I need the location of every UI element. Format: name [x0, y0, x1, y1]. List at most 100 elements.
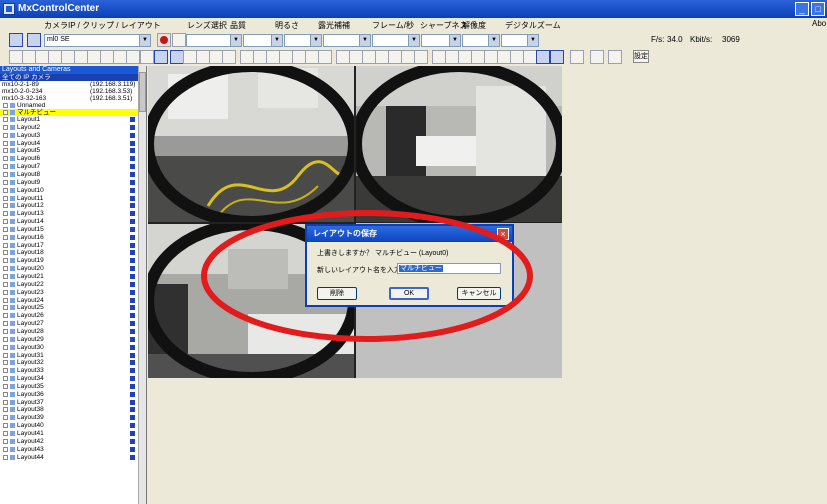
- scroll-thumb[interactable]: [139, 72, 146, 112]
- camera-assign-icon[interactable]: [130, 281, 135, 287]
- expand-icon[interactable]: [3, 438, 8, 444]
- expand-icon[interactable]: [3, 203, 8, 209]
- layout-item[interactable]: Layout21: [0, 273, 138, 280]
- toolbar-icon-button[interactable]: [608, 50, 622, 64]
- layout-item[interactable]: Layout26: [0, 312, 138, 319]
- layout-item[interactable]: Layout20: [0, 265, 138, 272]
- delete-button[interactable]: 削除: [317, 287, 357, 300]
- layout-item[interactable]: Layout5: [0, 147, 138, 154]
- camera-assign-icon[interactable]: [130, 446, 135, 452]
- camera-row[interactable]: mx10-3-32-163 (192.168.3.51): [0, 95, 138, 102]
- toolbar-icon-button[interactable]: [471, 50, 485, 64]
- layout-item[interactable]: Layout12: [0, 202, 138, 209]
- camera-assign-icon[interactable]: [130, 250, 135, 256]
- layout-item[interactable]: Layout38: [0, 406, 138, 413]
- expand-icon[interactable]: [3, 250, 8, 256]
- toolbar-icon-button[interactable]: [87, 50, 101, 64]
- close-icon[interactable]: ×: [497, 228, 509, 240]
- layout-item[interactable]: Layout9: [0, 179, 138, 186]
- toolbar-icon-button[interactable]: [388, 50, 402, 64]
- cancel-button[interactable]: キャンセル: [457, 287, 501, 300]
- maximize-button[interactable]: □: [811, 2, 825, 16]
- toolbar-icon-button[interactable]: [9, 50, 23, 64]
- expand-icon[interactable]: [3, 266, 8, 272]
- expand-icon[interactable]: [3, 187, 8, 193]
- toolbar-icon-button[interactable]: [414, 50, 428, 64]
- layout-item[interactable]: Layout33: [0, 367, 138, 374]
- camera-assign-icon[interactable]: [130, 305, 135, 311]
- expand-icon[interactable]: [3, 352, 8, 358]
- camera-assign-icon[interactable]: [130, 195, 135, 201]
- camera-assign-icon[interactable]: [130, 391, 135, 397]
- camera-assign-icon[interactable]: [130, 258, 135, 264]
- expand-icon[interactable]: [3, 383, 8, 389]
- camera-row[interactable]: mx10-2-0-234 (192.168.3.53): [0, 88, 138, 95]
- camera-assign-icon[interactable]: [130, 211, 135, 217]
- layout-item[interactable]: Layout8: [0, 171, 138, 178]
- expand-icon[interactable]: [3, 391, 8, 397]
- toolbar-icon-button[interactable]: [445, 50, 459, 64]
- toolbar-icon-button[interactable]: [100, 50, 114, 64]
- camera-assign-icon[interactable]: [130, 407, 135, 413]
- expand-icon[interactable]: [3, 289, 8, 295]
- panel-scrollbar[interactable]: [138, 66, 146, 504]
- layout-item[interactable]: Layout23: [0, 289, 138, 296]
- camera-assign-icon[interactable]: [130, 383, 135, 389]
- toolbar-icon-button[interactable]: [590, 50, 604, 64]
- toolbar-icon-button[interactable]: [318, 50, 332, 64]
- toolbar-icon-button[interactable]: [183, 50, 197, 64]
- layout-item[interactable]: Layout3: [0, 132, 138, 139]
- expand-icon[interactable]: [3, 321, 8, 327]
- lens-select[interactable]: ▼: [186, 34, 242, 47]
- layout-item[interactable]: Layout18: [0, 249, 138, 256]
- layout-item[interactable]: Layout24: [0, 297, 138, 304]
- toolbar-icon-button[interactable]: [510, 50, 524, 64]
- layout-item[interactable]: Layout39: [0, 414, 138, 421]
- toolbar-icon-button[interactable]: [48, 50, 62, 64]
- expand-icon[interactable]: [3, 234, 8, 240]
- expand-icon[interactable]: [3, 368, 8, 374]
- toolbar-icon-button[interactable]: [432, 50, 446, 64]
- toolbar-icon-button[interactable]: [240, 50, 254, 64]
- toolbar-icon-button[interactable]: [61, 50, 75, 64]
- toolbar-icon-button[interactable]: [401, 50, 415, 64]
- expand-icon[interactable]: [3, 110, 8, 115]
- camera-assign-icon[interactable]: [130, 164, 135, 170]
- camera-assign-icon[interactable]: [130, 266, 135, 272]
- toolbar-icon-button[interactable]: [196, 50, 210, 64]
- layout-item[interactable]: Layout37: [0, 399, 138, 406]
- layout-item[interactable]: Layout36: [0, 391, 138, 398]
- camera-assign-icon[interactable]: [130, 399, 135, 405]
- toolbar-icon-button[interactable]: [550, 50, 564, 64]
- camera-assign-icon[interactable]: [130, 226, 135, 232]
- camera-assign-icon[interactable]: [130, 344, 135, 350]
- camera-assign-icon[interactable]: [130, 132, 135, 138]
- expand-icon[interactable]: [3, 179, 8, 185]
- layout-item[interactable]: Layout42: [0, 438, 138, 445]
- layout-item[interactable]: Layout17: [0, 242, 138, 249]
- layout-item[interactable]: Layout7: [0, 163, 138, 170]
- expand-icon[interactable]: [3, 103, 8, 108]
- camera-group-row[interactable]: 全ての IP カメラ: [0, 74, 138, 81]
- camera-assign-icon[interactable]: [130, 415, 135, 421]
- toolbar-icon-button[interactable]: [126, 50, 140, 64]
- zoom-select[interactable]: ▼: [501, 34, 539, 47]
- layout-item[interactable]: Layout40: [0, 422, 138, 429]
- layout-item[interactable]: Layout41: [0, 430, 138, 437]
- expand-icon[interactable]: [3, 360, 8, 366]
- resolution-select[interactable]: ▼: [462, 34, 500, 47]
- camera-assign-icon[interactable]: [130, 328, 135, 334]
- camera-assign-icon[interactable]: [130, 289, 135, 295]
- expand-icon[interactable]: [3, 226, 8, 232]
- camera-assign-icon[interactable]: [130, 376, 135, 382]
- camera-icon[interactable]: [9, 33, 23, 47]
- toolbar-icon-button[interactable]: [222, 50, 236, 64]
- camera-assign-icon[interactable]: [130, 156, 135, 162]
- layout-item[interactable]: Layout29: [0, 336, 138, 343]
- toolbar-icon-button[interactable]: [484, 50, 498, 64]
- camera-assign-icon[interactable]: [130, 140, 135, 146]
- camera-assign-icon[interactable]: [130, 321, 135, 327]
- toolbar-icon-button[interactable]: [140, 50, 154, 64]
- camera-view-2[interactable]: [356, 66, 562, 222]
- expand-icon[interactable]: [3, 124, 8, 130]
